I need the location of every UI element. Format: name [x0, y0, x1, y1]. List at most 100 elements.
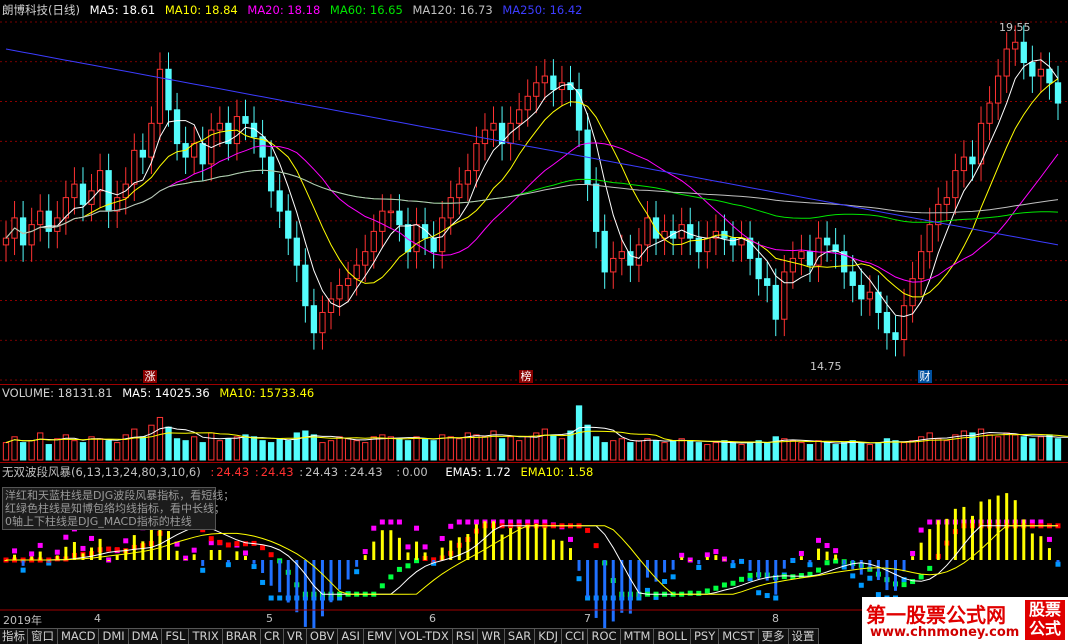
ma250-line: [5, 48, 1059, 246]
ema5-line: [6, 525, 1058, 595]
marker-cai[interactable]: 财: [918, 370, 932, 383]
macd-bar: [748, 560, 752, 571]
macd-bar: [936, 520, 940, 560]
candle-body: [1037, 68, 1045, 77]
stock-title[interactable]: 朗博科技(日线): [2, 3, 80, 17]
candle-body: [960, 156, 968, 172]
volume-bar: [507, 436, 514, 461]
volume-bar: [678, 438, 685, 461]
macd-bar: [1056, 560, 1060, 563]
candle-body: [379, 210, 386, 232]
volume-bar: [669, 440, 677, 461]
volume-bar: [225, 438, 232, 461]
ma5-line: [5, 59, 1059, 318]
tab-1[interactable]: 窗口: [28, 628, 58, 644]
volume-bar: [806, 444, 814, 461]
volume-bar: [541, 428, 548, 461]
volume-bar: [592, 436, 600, 461]
macd-bar: [141, 541, 145, 560]
macd-bar: [577, 560, 581, 571]
short-signal-dot: [268, 595, 274, 601]
volume-bar: [208, 432, 215, 461]
macd-bar: [380, 530, 384, 560]
volume-bar: [336, 436, 343, 461]
tab-8[interactable]: CR: [261, 628, 285, 644]
tab-16[interactable]: SAR: [504, 628, 536, 644]
tab-12[interactable]: EMV: [363, 628, 396, 644]
candle-body: [755, 257, 762, 280]
short-signal-dot: [422, 544, 428, 550]
macd-bar: [252, 560, 256, 564]
mid-signal-dot: [208, 536, 214, 542]
tab-13[interactable]: VOL-TDX: [396, 628, 453, 644]
volume-bar: [37, 432, 44, 461]
short-signal-dot: [662, 579, 668, 585]
volume-bar: [285, 440, 292, 461]
short-signal-dot: [200, 567, 206, 573]
volume-bar: [421, 438, 429, 461]
macd-bar: [338, 560, 342, 590]
short-signal-dot: [12, 548, 18, 554]
macd-bar: [201, 560, 205, 566]
mid-signal-dot: [225, 542, 231, 548]
volume-bar: [1029, 438, 1036, 461]
volume-bar: [849, 440, 856, 461]
candle-body: [524, 95, 531, 111]
tab-18[interactable]: CCI: [562, 628, 589, 644]
tab-6[interactable]: TRIX: [189, 628, 223, 644]
stock-chart[interactable]: [0, 0, 1068, 644]
tab-7[interactable]: BRAR: [222, 628, 262, 644]
candle-body: [464, 170, 472, 185]
tab-15[interactable]: WR: [478, 628, 505, 644]
tab-10[interactable]: OBV: [306, 628, 339, 644]
macd-bar: [1039, 536, 1043, 560]
volume-bar: [302, 430, 309, 461]
tab-0[interactable]: 指标: [0, 628, 28, 644]
short-signal-dot: [448, 523, 454, 529]
short-signal-dot: [20, 567, 26, 573]
volume-bar: [832, 444, 839, 461]
ma60-line: [5, 169, 1059, 239]
mid-signal-dot: [234, 541, 240, 547]
tab-20[interactable]: MTM: [620, 628, 655, 644]
tab-17[interactable]: KDJ: [535, 628, 563, 644]
mid-signal-dot: [405, 563, 411, 569]
candle-body: [96, 170, 104, 192]
tab-5[interactable]: FSL: [162, 628, 190, 644]
indicator-name[interactable]: 无双波段风暴(6,13,13,24,80,3,10,6): [2, 465, 201, 479]
macd-bar: [415, 541, 419, 560]
macd-bar: [483, 521, 487, 560]
ma10-line: [5, 78, 1059, 298]
volume-bar: [267, 442, 275, 461]
tab-22[interactable]: PSY: [690, 628, 720, 644]
macd-bar: [996, 495, 1000, 560]
tab-21[interactable]: BOLL: [654, 628, 691, 644]
mid-signal-dot: [713, 585, 719, 591]
candle-body: [627, 251, 634, 266]
marker-bang[interactable]: 榜: [519, 370, 533, 383]
marker-zhang[interactable]: 涨: [143, 370, 157, 383]
volume-bar: [695, 442, 702, 461]
high-price-label: 19.55: [999, 21, 1031, 34]
macd-bar: [534, 523, 538, 560]
tab-4[interactable]: DMA: [128, 628, 163, 644]
tab-19[interactable]: ROC: [588, 628, 621, 644]
candle-body: [131, 149, 138, 185]
tab-11[interactable]: ASI: [338, 628, 364, 644]
indicator-v2: 24.43: [260, 465, 294, 479]
tab-14[interactable]: RSI: [452, 628, 479, 644]
tab-25[interactable]: 设置: [788, 628, 819, 644]
candle-body: [823, 237, 831, 246]
tab-2[interactable]: MACD: [58, 628, 100, 644]
tab-23[interactable]: MCST: [719, 628, 759, 644]
tab-9[interactable]: VR: [284, 628, 307, 644]
mid-signal-dot: [927, 565, 933, 571]
short-signal-dot: [362, 549, 368, 555]
tab-3[interactable]: DMI: [99, 628, 129, 644]
tab-24[interactable]: 更多: [758, 628, 789, 644]
volume-bar: [362, 442, 369, 461]
mid-signal-dot: [268, 552, 274, 558]
macd-bar: [671, 560, 675, 570]
candle-body: [986, 102, 993, 124]
candle-body: [516, 109, 523, 124]
